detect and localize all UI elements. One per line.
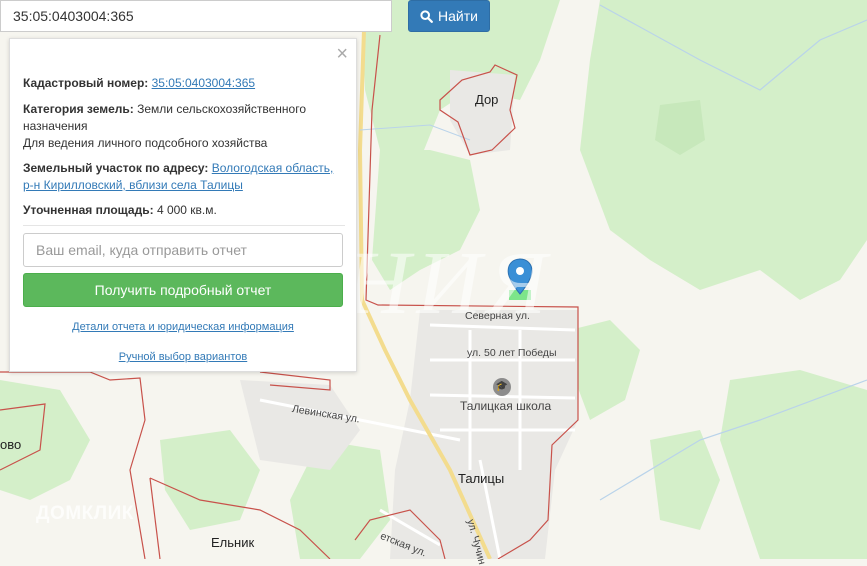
parcel-info-panel: × Кадастровый номер: 35:05:0403004:365 К… xyxy=(9,38,357,372)
address-link-cont[interactable]: р-н Кирилловский, вблизи села Талицы xyxy=(23,178,243,192)
map-label-elnik: Ельник xyxy=(211,535,255,550)
land-usage-value: Для ведения личного подсобного хозяйства xyxy=(23,136,268,150)
map-label-talitsy: Талицы xyxy=(458,471,505,486)
email-field[interactable] xyxy=(23,233,343,267)
graduation-cap-icon: 🎓 xyxy=(493,378,511,396)
map-label-dor: Дор xyxy=(475,92,499,107)
map-label-severnaya: Северная ул. xyxy=(465,310,530,322)
area-value: 4 000 кв.м. xyxy=(156,203,217,217)
cadastral-search-input[interactable] xyxy=(0,0,392,32)
map-label-school: Талицкая школа xyxy=(460,399,552,413)
manual-link-wrap: Ручной выбор вариантов xyxy=(10,349,356,366)
map-label-ovo: ово xyxy=(0,437,22,452)
manual-selection-link[interactable]: Ручной выбор вариантов xyxy=(119,351,247,363)
cadastral-number-label: Кадастровый номер: xyxy=(23,76,149,90)
search-button-label: Найти xyxy=(438,8,478,24)
map-label-pobedy: ул. 50 лет Победы xyxy=(467,347,557,359)
search-button[interactable]: Найти xyxy=(408,0,490,32)
land-category-label: Категория земель: xyxy=(23,102,134,116)
address-label: Земельный участок по адресу: xyxy=(23,161,209,175)
search-icon xyxy=(420,9,433,23)
land-category-row: Категория земель: Земли сельскохозяйстве… xyxy=(23,101,345,152)
area-label: Уточненная площадь: xyxy=(23,203,154,217)
address-link[interactable]: Вологодская область, xyxy=(212,161,334,175)
land-category-value-cont: назначения xyxy=(23,119,88,133)
domclick-logo: ДОМКЛИК xyxy=(36,503,134,524)
details-link-wrap: Детали отчета и юридическая информация xyxy=(10,319,356,336)
get-report-button[interactable]: Получить подробный отчет xyxy=(23,273,343,307)
land-category-value: Земли сельскохозяйственного xyxy=(137,102,307,116)
address-row: Земельный участок по адресу: Вологодская… xyxy=(23,160,345,194)
cadastral-number-link[interactable]: 35:05:0403004:365 xyxy=(152,76,255,90)
area-row: Уточненная площадь: 4 000 кв.м. xyxy=(23,202,345,219)
panel-divider xyxy=(23,225,345,226)
cadastral-number-row: Кадастровый номер: 35:05:0403004:365 xyxy=(23,75,345,92)
close-icon[interactable]: × xyxy=(336,43,348,65)
report-details-link[interactable]: Детали отчета и юридическая информация xyxy=(72,321,294,333)
